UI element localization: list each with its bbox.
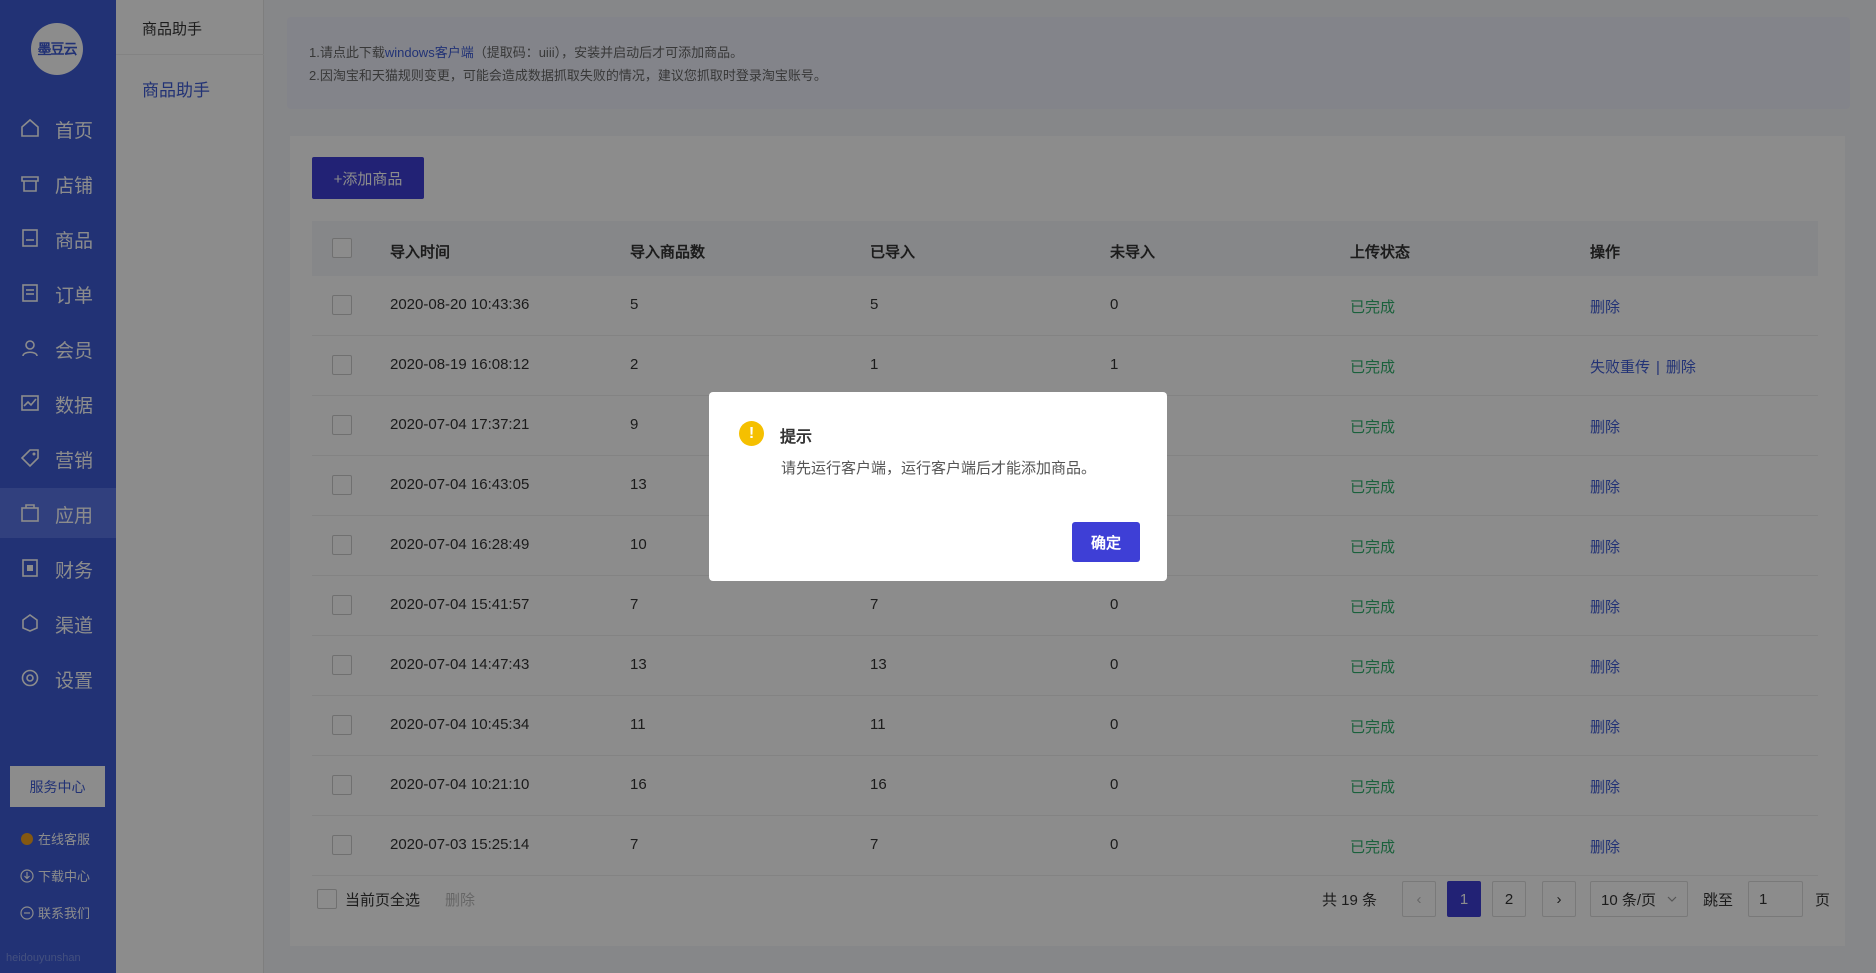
dialog-title: 提示: [780, 429, 813, 446]
warning-icon: !: [739, 421, 764, 446]
alert-dialog: ! 提示 请先运行客户端，运行客户端后才能添加商品。 确定: [709, 392, 1167, 581]
confirm-button[interactable]: 确定: [1072, 522, 1140, 562]
dialog-message: 请先运行客户端，运行客户端后才能添加商品。: [781, 460, 1097, 477]
